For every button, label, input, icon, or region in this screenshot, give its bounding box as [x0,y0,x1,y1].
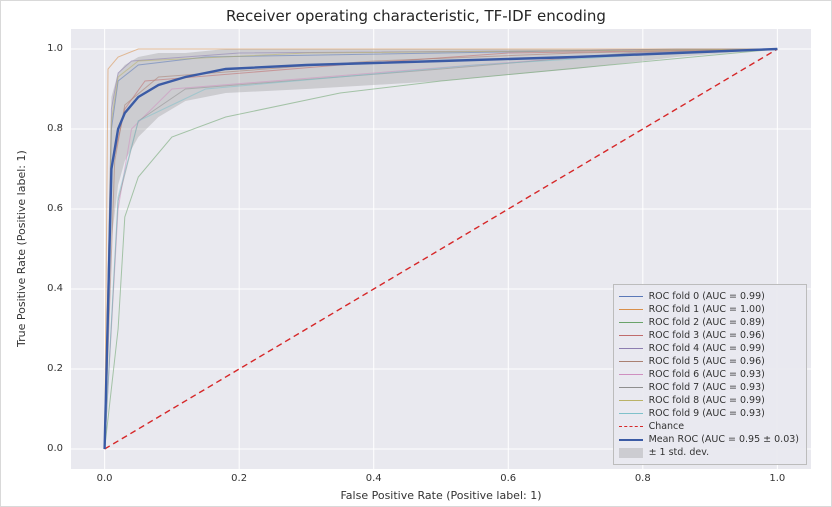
legend-label: ROC fold 1 (AUC = 1.00) [649,303,765,316]
y-axis-label: True Positive Rate (Positive label: 1) [15,29,28,469]
x-tick-label: 0.2 [231,473,247,484]
legend-label: ROC fold 9 (AUC = 0.93) [649,407,765,420]
legend-fold-2: ROC fold 2 (AUC = 0.89) [619,316,799,329]
legend-std: ± 1 std. dev. [619,446,799,459]
legend: ROC fold 0 (AUC = 0.99)ROC fold 1 (AUC =… [613,284,807,465]
legend-swatch [619,335,643,336]
legend-swatch [619,309,643,310]
legend-fold-0: ROC fold 0 (AUC = 0.99) [619,290,799,303]
x-axis-label: False Positive Rate (Positive label: 1) [71,489,811,502]
x-tick-label: 0.8 [635,473,651,484]
legend-swatch [619,387,643,388]
legend-label: ROC fold 3 (AUC = 0.96) [649,329,765,342]
legend-label: ROC fold 6 (AUC = 0.93) [649,368,765,381]
legend-swatch [619,296,643,297]
y-tick-label: 0.8 [47,123,63,134]
legend-fold-3: ROC fold 3 (AUC = 0.96) [619,329,799,342]
legend-label: ± 1 std. dev. [649,446,710,459]
chart-title: Receiver operating characteristic, TF-ID… [1,7,831,25]
legend-mean: Mean ROC (AUC = 0.95 ± 0.03) [619,433,799,446]
y-tick-label: 0.0 [47,443,63,454]
figure: Receiver operating characteristic, TF-ID… [0,0,832,507]
legend-swatch [619,439,643,441]
x-tick-label: 0.4 [366,473,382,484]
x-tick-label: 0.6 [500,473,516,484]
legend-label: ROC fold 7 (AUC = 0.93) [649,381,765,394]
legend-fold-7: ROC fold 7 (AUC = 0.93) [619,381,799,394]
legend-label: ROC fold 5 (AUC = 0.96) [649,355,765,368]
legend-swatch [619,322,643,323]
legend-swatch [619,361,643,362]
x-tick-label: 0.0 [97,473,113,484]
legend-label: ROC fold 4 (AUC = 0.99) [649,342,765,355]
y-tick-label: 0.6 [47,203,63,214]
legend-swatch [619,448,643,458]
legend-label: ROC fold 2 (AUC = 0.89) [649,316,765,329]
legend-fold-9: ROC fold 9 (AUC = 0.93) [619,407,799,420]
y-tick-label: 0.2 [47,363,63,374]
legend-label: ROC fold 8 (AUC = 0.99) [649,394,765,407]
legend-fold-4: ROC fold 4 (AUC = 0.99) [619,342,799,355]
legend-swatch [619,374,643,375]
legend-chance: Chance [619,420,799,433]
legend-swatch [619,400,643,401]
plot-area: ROC fold 0 (AUC = 0.99)ROC fold 1 (AUC =… [71,29,811,469]
y-tick-label: 1.0 [47,43,63,54]
legend-fold-1: ROC fold 1 (AUC = 1.00) [619,303,799,316]
legend-swatch [619,413,643,414]
legend-fold-8: ROC fold 8 (AUC = 0.99) [619,394,799,407]
legend-label: Chance [649,420,685,433]
y-tick-label: 0.4 [47,283,63,294]
legend-swatch [619,426,643,427]
legend-fold-6: ROC fold 6 (AUC = 0.93) [619,368,799,381]
legend-label: ROC fold 0 (AUC = 0.99) [649,290,765,303]
x-tick-label: 1.0 [769,473,785,484]
legend-label: Mean ROC (AUC = 0.95 ± 0.03) [649,433,799,446]
legend-swatch [619,348,643,349]
legend-fold-5: ROC fold 5 (AUC = 0.96) [619,355,799,368]
